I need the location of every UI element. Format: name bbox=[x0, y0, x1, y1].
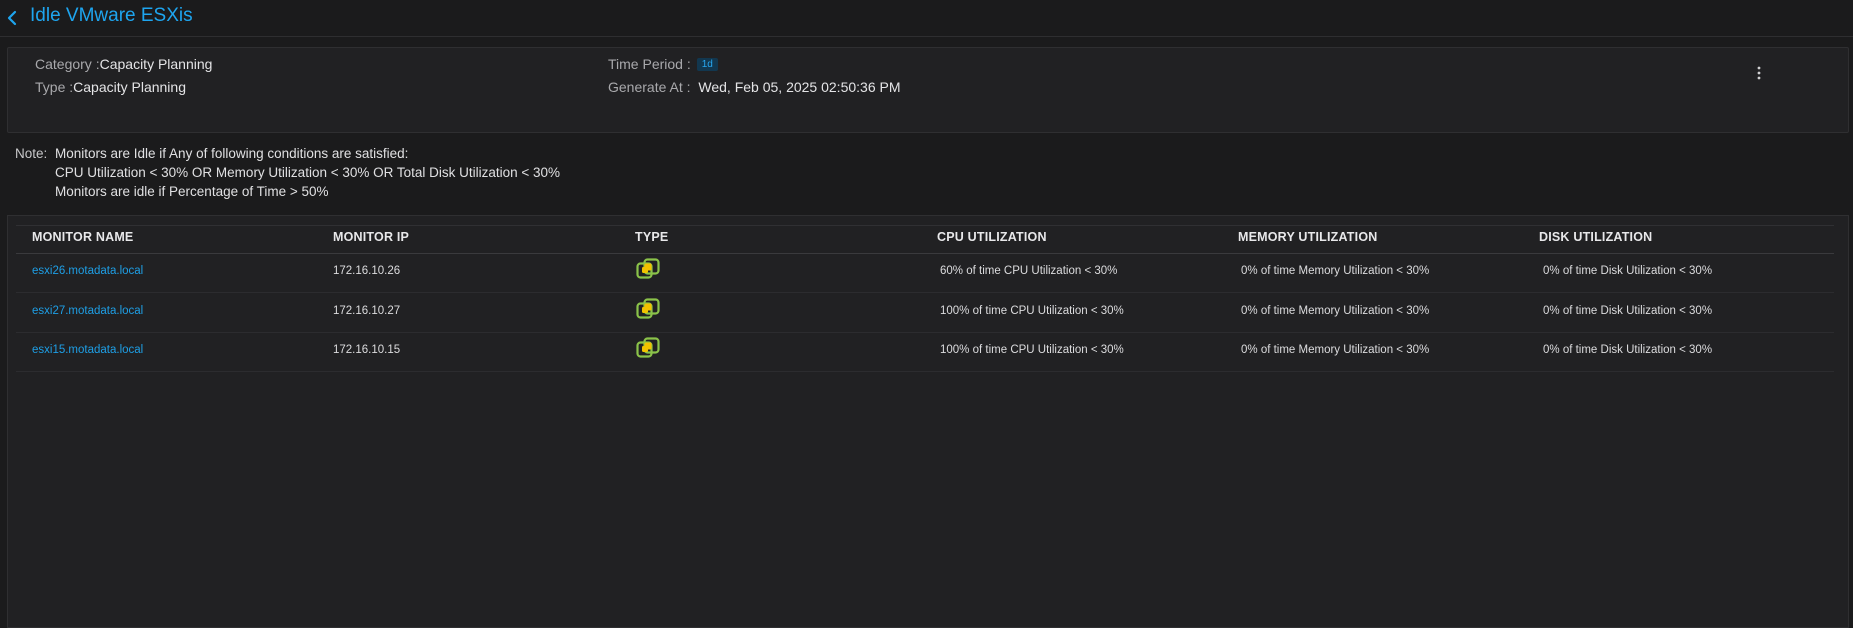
table-row: esxi26.motadata.local 172.16.10.26 60% o… bbox=[16, 253, 1834, 293]
note-lines: Monitors are Idle if Any of following co… bbox=[55, 144, 560, 201]
monitor-name-link[interactable]: esxi15.motadata.local bbox=[32, 344, 143, 356]
column-header-type[interactable]: TYPE bbox=[635, 230, 668, 244]
generated-at-field: Generate At : Wed, Feb 05, 2025 02:50:36… bbox=[608, 79, 901, 95]
table-row: esxi27.motadata.local 172.16.10.27 100% … bbox=[16, 293, 1834, 333]
column-header-disk-utilization[interactable]: DISK UTILIZATION bbox=[1539, 230, 1652, 244]
top-bar: Idle VMware ESXis bbox=[0, 0, 1853, 37]
disk-utilization: 0% of time Disk Utilization < 30% bbox=[1543, 344, 1713, 356]
type-value: Capacity Planning bbox=[73, 79, 186, 95]
disk-utilization: 0% of time Disk Utilization < 30% bbox=[1543, 305, 1713, 317]
type-field: Type :Capacity Planning bbox=[35, 79, 186, 95]
note-section: Note: Monitors are Idle if Any of follow… bbox=[15, 144, 560, 199]
chevron-left-icon[interactable] bbox=[4, 8, 20, 28]
category-label: Category : bbox=[35, 56, 100, 72]
table-header: MONITOR NAME MONITOR IP TYPE CPU UTILIZA… bbox=[16, 225, 1834, 254]
monitors-table: MONITOR NAME MONITOR IP TYPE CPU UTILIZA… bbox=[7, 215, 1849, 628]
report-info-panel: Category :Capacity Planning Type :Capaci… bbox=[7, 47, 1849, 133]
table-row: esxi15.motadata.local 172.16.10.15 100% … bbox=[16, 332, 1834, 372]
monitor-name-link[interactable]: esxi27.motadata.local bbox=[32, 305, 143, 317]
vmware-icon bbox=[636, 298, 660, 319]
generated-at-label: Generate At : bbox=[608, 79, 691, 95]
memory-utilization: 0% of time Memory Utilization < 30% bbox=[1241, 265, 1430, 277]
note-line: Monitors are idle if Percentage of Time … bbox=[55, 184, 329, 199]
monitor-ip: 172.16.10.15 bbox=[333, 344, 401, 356]
page-title: Idle VMware ESXis bbox=[30, 5, 193, 26]
column-header-cpu-utilization[interactable]: CPU UTILIZATION bbox=[937, 230, 1047, 244]
cpu-utilization: 100% of time CPU Utilization < 30% bbox=[940, 305, 1124, 317]
time-period-badge: 1d bbox=[696, 58, 718, 71]
column-header-monitor-name[interactable]: MONITOR NAME bbox=[32, 230, 133, 244]
cpu-utilization: 100% of time CPU Utilization < 30% bbox=[940, 344, 1124, 356]
memory-utilization: 0% of time Memory Utilization < 30% bbox=[1241, 305, 1430, 317]
time-period-field: Time Period : 1d bbox=[608, 56, 718, 72]
generated-at-value: Wed, Feb 05, 2025 02:50:36 PM bbox=[698, 79, 901, 95]
note-label: Note: bbox=[15, 146, 48, 161]
type-label: Type : bbox=[35, 79, 74, 95]
memory-utilization: 0% of time Memory Utilization < 30% bbox=[1241, 344, 1430, 356]
cpu-utilization: 60% of time CPU Utilization < 30% bbox=[940, 265, 1118, 277]
note-line: CPU Utilization < 30% OR Memory Utilizat… bbox=[55, 165, 561, 180]
more-options-icon[interactable] bbox=[1756, 64, 1762, 82]
column-header-monitor-ip[interactable]: MONITOR IP bbox=[333, 230, 409, 244]
vmware-icon bbox=[636, 258, 660, 279]
disk-utilization: 0% of time Disk Utilization < 30% bbox=[1543, 265, 1713, 277]
monitor-ip: 172.16.10.26 bbox=[333, 265, 401, 277]
time-period-label: Time Period : bbox=[608, 56, 691, 72]
category-value: Capacity Planning bbox=[99, 56, 213, 72]
vmware-icon bbox=[636, 337, 660, 358]
monitor-ip: 172.16.10.27 bbox=[333, 305, 401, 317]
column-header-memory-utilization[interactable]: MEMORY UTILIZATION bbox=[1238, 230, 1377, 244]
category-field: Category :Capacity Planning bbox=[35, 56, 212, 72]
monitor-name-link[interactable]: esxi26.motadata.local bbox=[32, 265, 143, 277]
note-line: Monitors are Idle if Any of following co… bbox=[55, 146, 409, 161]
